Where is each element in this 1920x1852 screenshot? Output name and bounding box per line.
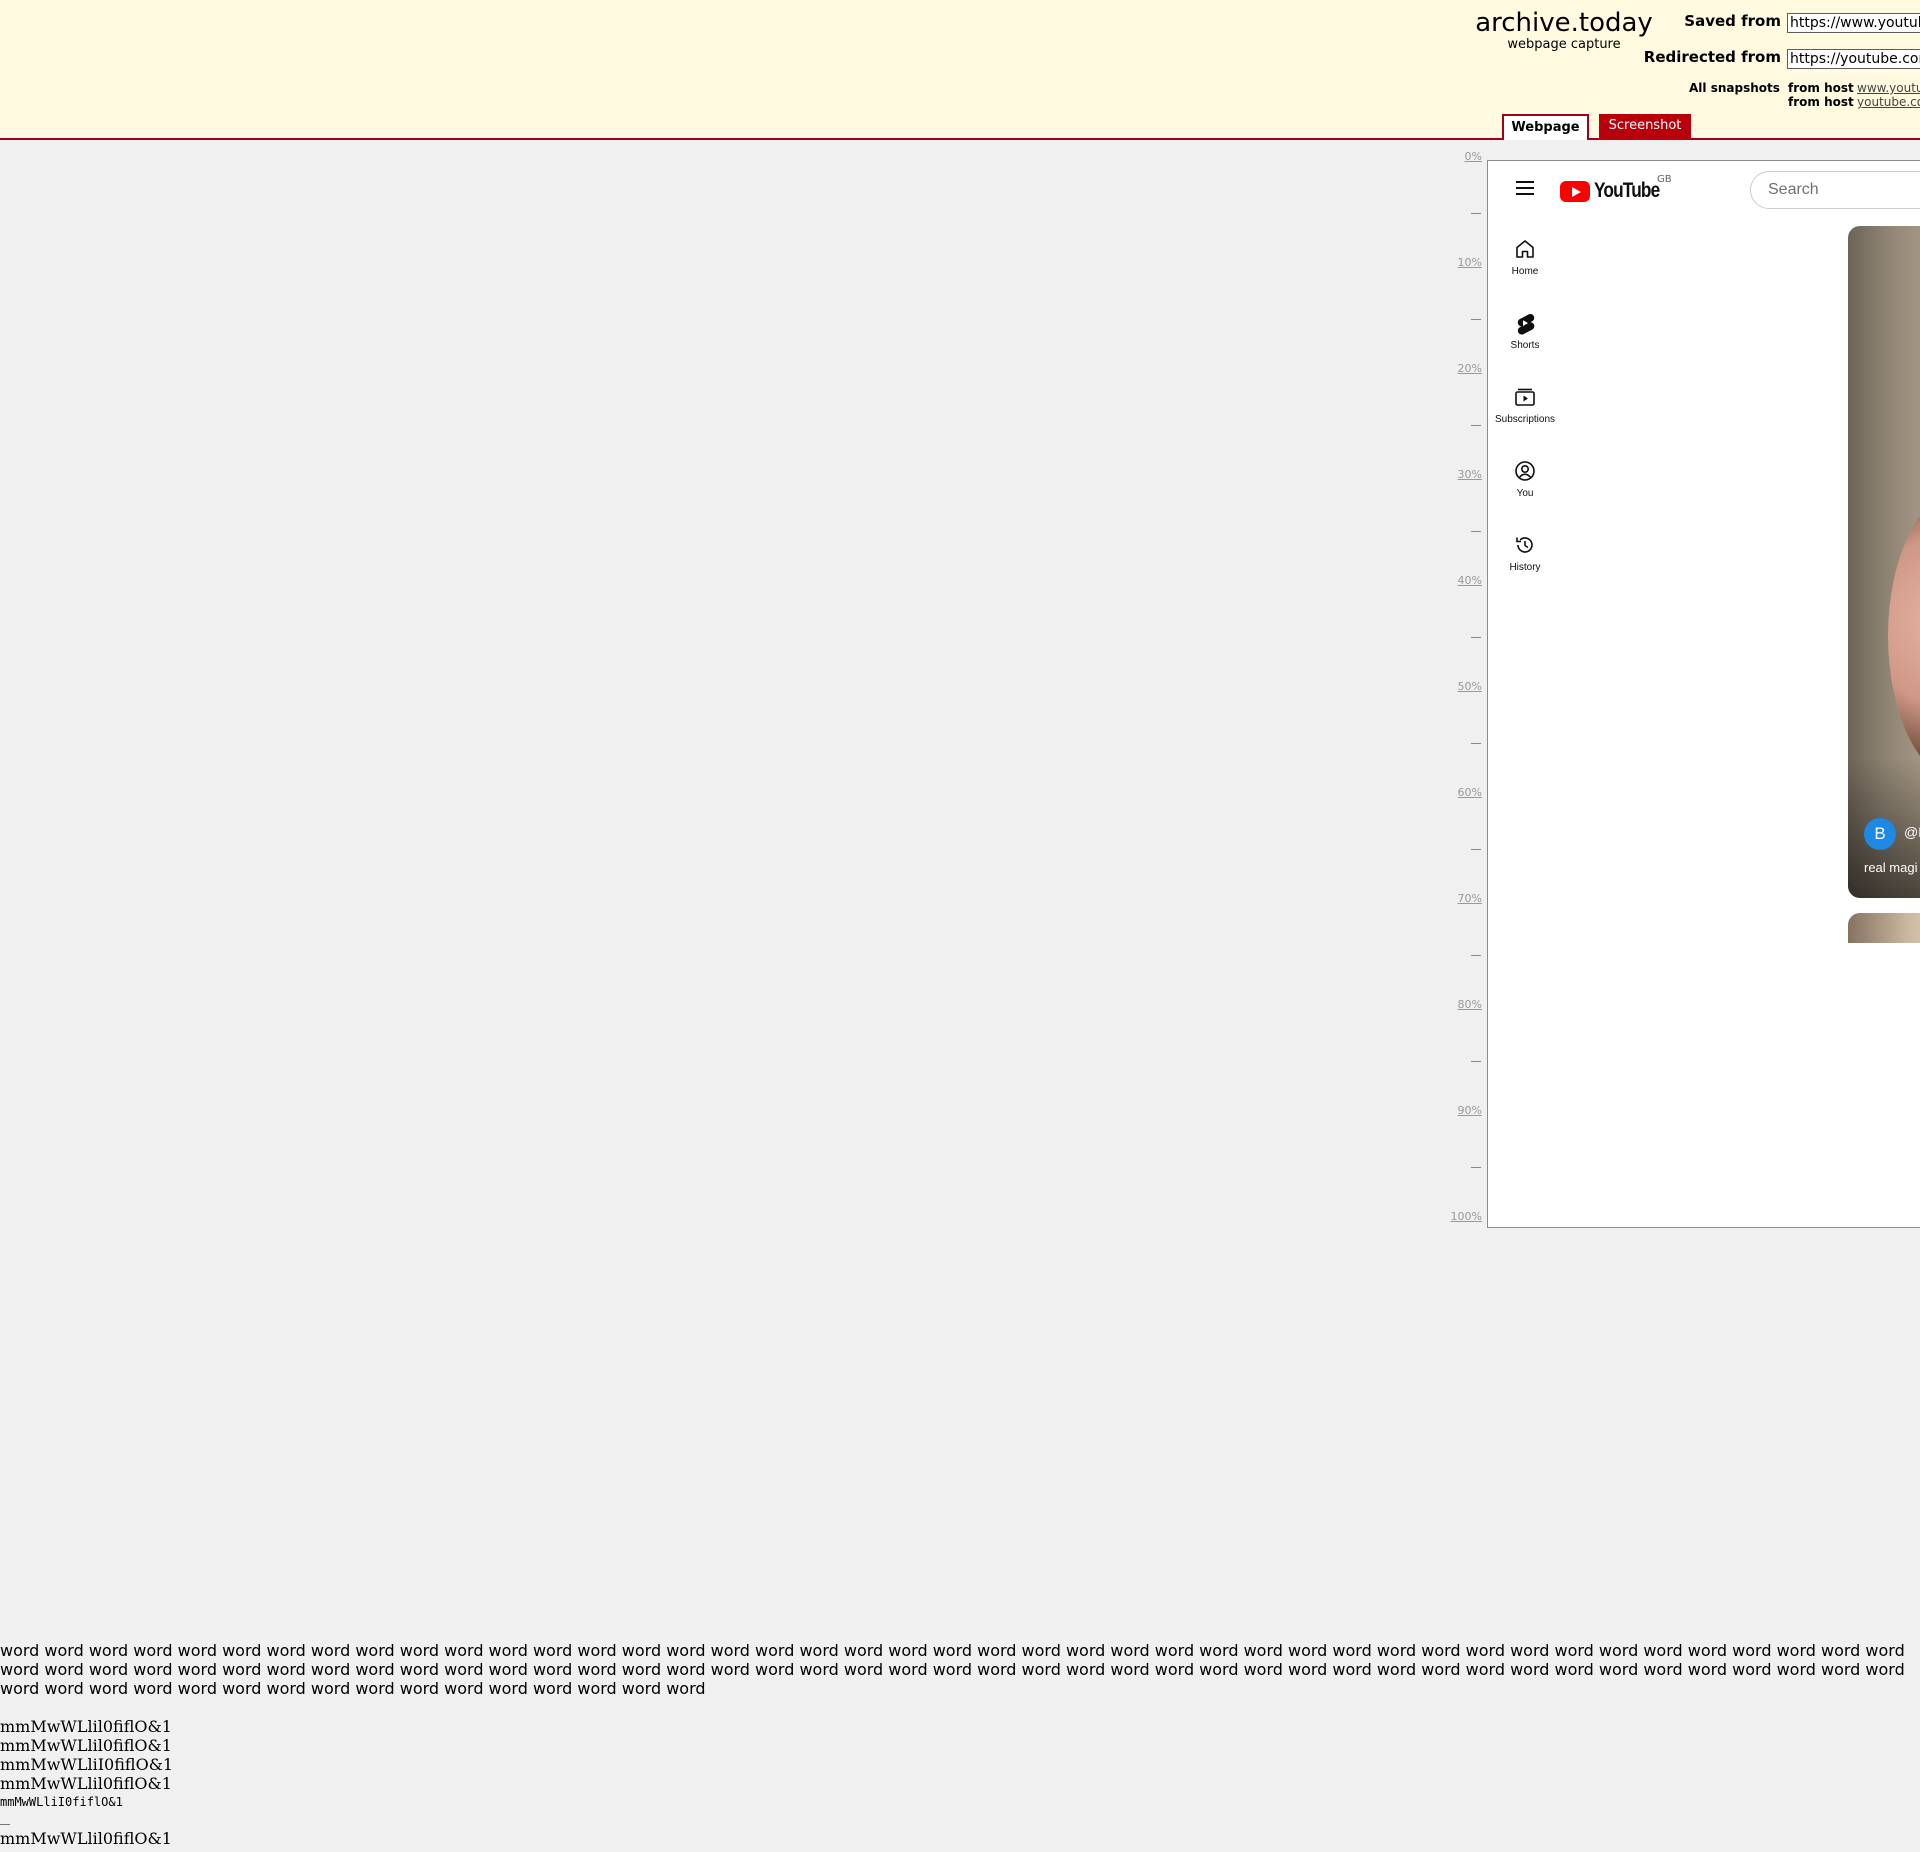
subscriptions-icon	[1515, 388, 1535, 406]
ruler-label[interactable]: 10%	[1458, 256, 1482, 269]
saved-from-label: Saved from	[1684, 12, 1781, 30]
ruler-label[interactable]: 50%	[1458, 680, 1482, 693]
country-code: GB	[1657, 174, 1672, 185]
short-video-card[interactable]: B @B real magi	[1848, 226, 1920, 898]
archive-brand[interactable]: archive.today webpage capture	[1470, 8, 1658, 52]
ruler-tick	[1471, 1167, 1481, 1168]
nav-label: Subscriptions	[1494, 414, 1556, 425]
ruler-label[interactable]: 0%	[1465, 150, 1482, 163]
shorts-icon	[1517, 314, 1535, 335]
youtube-page-capture: YouTube GB Search Home Shorts Subscripti…	[1487, 160, 1920, 1228]
host-link-youtube[interactable]: youtube.co	[1857, 95, 1920, 109]
ruler-tick	[1471, 425, 1481, 426]
short-title[interactable]: real magi	[1864, 860, 1917, 875]
font-test-words: word word word word word word word word …	[0, 1641, 1905, 1698]
channel-handle[interactable]: @B	[1904, 824, 1920, 840]
ruler-label[interactable]: 90%	[1458, 1104, 1482, 1117]
redirected-from-url-field[interactable]	[1787, 49, 1920, 69]
channel-avatar[interactable]: B	[1864, 818, 1896, 850]
ruler-tick	[1471, 955, 1481, 956]
font-sample: mmMwWLliI0fiflO&1	[0, 1755, 174, 1774]
menu-icon[interactable]	[1516, 181, 1536, 197]
ruler-label[interactable]: 70%	[1458, 892, 1482, 905]
search-placeholder: Search	[1768, 181, 1819, 198]
home-icon	[1516, 240, 1534, 258]
ruler-tick	[1471, 531, 1481, 532]
archive-title[interactable]: archive.today	[1470, 8, 1658, 38]
short-thumbnail-image	[1888, 486, 1920, 786]
youtube-play-icon	[1560, 181, 1590, 202]
from-host-label-2: from host	[1788, 95, 1854, 109]
ruler-label[interactable]: 30%	[1458, 468, 1482, 481]
ruler-tick	[1471, 637, 1481, 638]
ruler-label[interactable]: 80%	[1458, 998, 1482, 1011]
nav-item-home[interactable]: Home	[1488, 237, 1562, 277]
ruler-tick	[1471, 743, 1481, 744]
nav-item-shorts[interactable]: Shorts	[1488, 311, 1562, 351]
nav-item-subscriptions[interactable]: Subscriptions	[1488, 385, 1562, 425]
nav-label: Home	[1511, 266, 1539, 277]
all-snapshots-label: All snapshots	[1689, 81, 1780, 95]
nav-item-history[interactable]: History	[1488, 533, 1562, 573]
ruler-tick	[1471, 319, 1481, 320]
font-sample: mmMwWLlil0fiflO&1	[0, 1829, 172, 1848]
archive-header: archive.today webpage capture Saved from…	[0, 0, 1920, 140]
tab-webpage[interactable]: Webpage	[1502, 114, 1589, 140]
from-host-label-1: from host	[1788, 81, 1854, 95]
youtube-logo[interactable]: YouTube	[1560, 179, 1660, 205]
youtube-logo-text: YouTube	[1594, 179, 1660, 202]
host-link-www[interactable]: www.youtu	[1857, 81, 1920, 95]
font-sample: mmMwWLlil0fiflO&1	[0, 1774, 172, 1793]
ruler-tick	[1471, 213, 1481, 214]
font-sample-mono: mmMwWLliI0fiflO&1	[0, 1795, 123, 1809]
nav-label: History	[1509, 562, 1541, 573]
history-icon	[1516, 537, 1533, 553]
font-sample: mmMwWLlil0fiflO&1	[0, 1736, 172, 1755]
redirected-from-label: Redirected from	[1643, 48, 1781, 66]
ruler-label[interactable]: 60%	[1458, 786, 1482, 799]
ruler-tick	[1471, 849, 1481, 850]
ruler-label[interactable]: 20%	[1458, 362, 1482, 375]
saved-from-url-field[interactable]	[1787, 13, 1920, 33]
search-input[interactable]: Search	[1750, 171, 1920, 209]
ruler-tick	[1471, 1061, 1481, 1062]
ruler-label[interactable]: 100%	[1451, 1210, 1482, 1223]
nav-label: You	[1516, 488, 1534, 499]
you-icon	[1515, 461, 1535, 481]
tab-screenshot[interactable]: Screenshot	[1599, 114, 1691, 140]
short-video-card-next[interactable]	[1848, 913, 1920, 943]
ruler-label[interactable]: 40%	[1458, 574, 1482, 587]
nav-label: Shorts	[1510, 340, 1540, 351]
divider	[0, 1824, 10, 1825]
nav-item-you[interactable]: You	[1488, 459, 1562, 499]
font-sample: mmMwWLlil0fiflO&1	[0, 1717, 172, 1736]
